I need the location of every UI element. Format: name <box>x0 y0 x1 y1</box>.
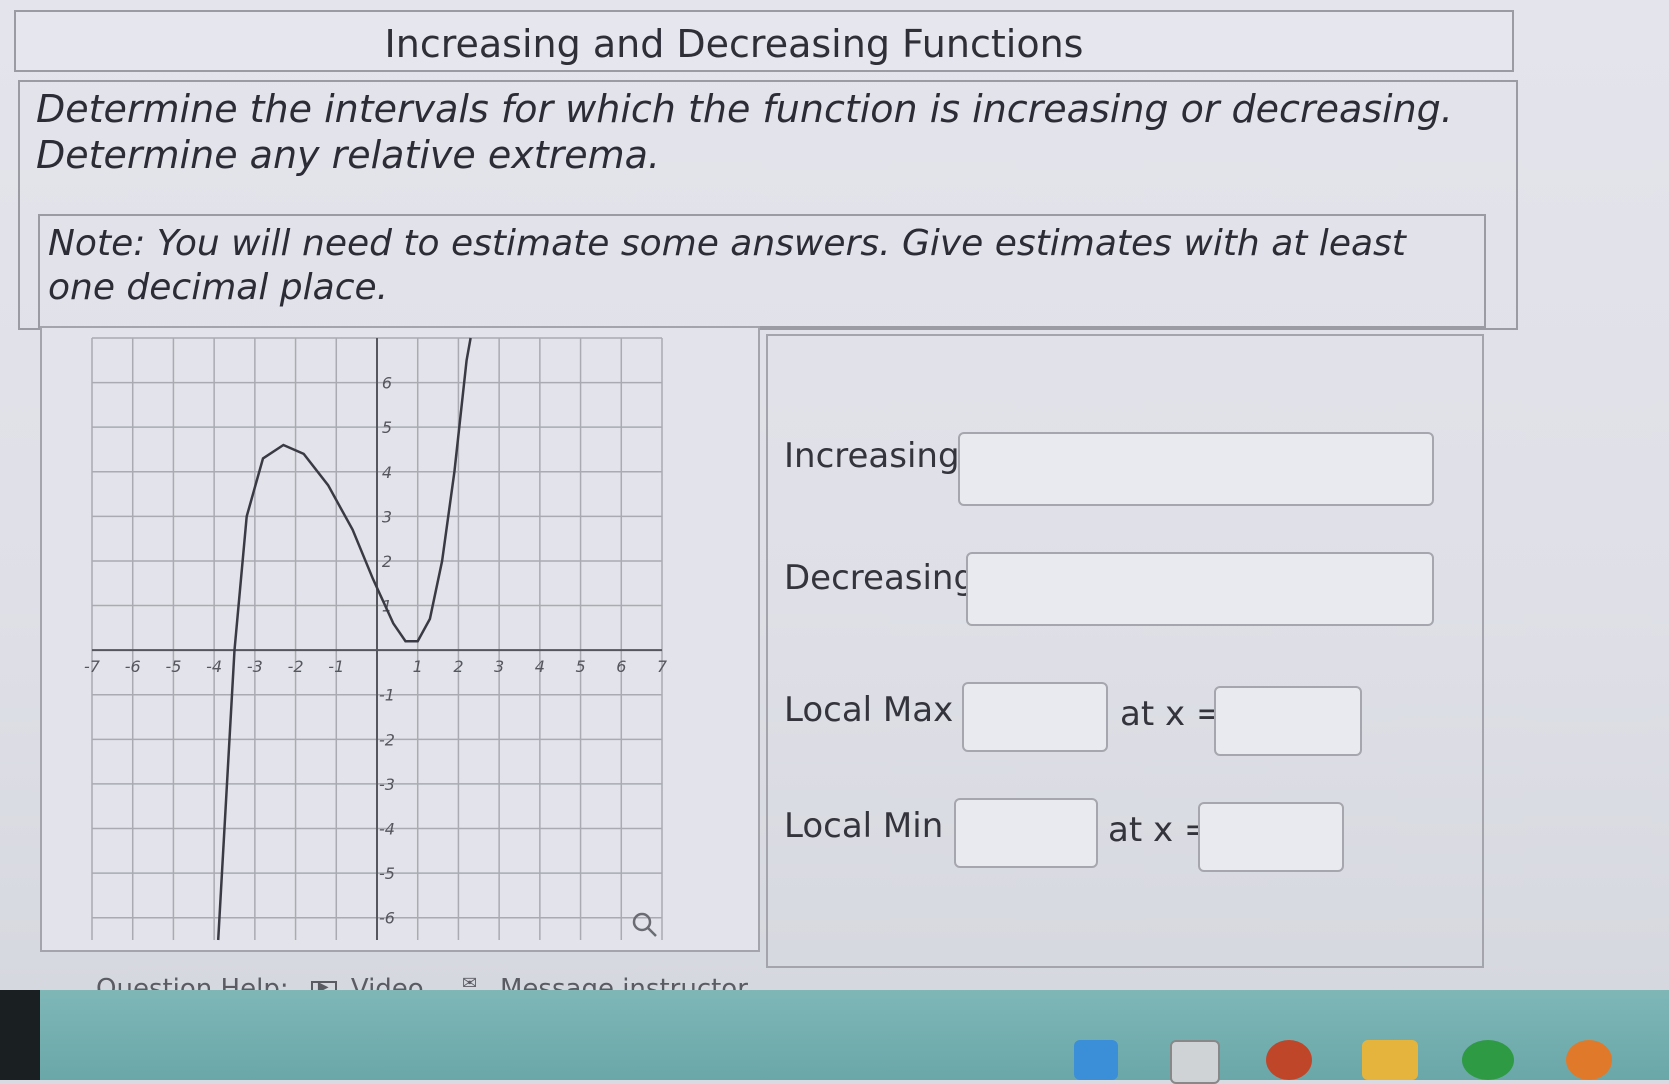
x-tick-label: -1 <box>328 657 344 676</box>
y-tick-label: -4 <box>379 820 395 839</box>
decreasing-label: Decreasing: <box>784 558 987 598</box>
taskbar-orange-icon[interactable] <box>1566 1040 1612 1080</box>
folder-icon[interactable] <box>1362 1040 1418 1080</box>
note-box: Note: You will need to estimate some ans… <box>38 214 1486 328</box>
decreasing-input[interactable] <box>966 552 1434 626</box>
x-tick-label: -5 <box>165 657 181 676</box>
y-tick-label: -6 <box>379 909 395 928</box>
function-graph: -7 -6 -5 -4 -3 -2 -1 1 2 3 4 5 6 7654321-1-2-3-4-5-6 <box>84 337 668 941</box>
y-tick-label: 5 <box>382 418 392 437</box>
taskbar-window-icon[interactable] <box>1170 1040 1220 1084</box>
y-tick-label: 2 <box>382 552 392 571</box>
x-tick-label: 1 <box>413 657 423 676</box>
taskbar <box>0 990 1669 1080</box>
taskbar-app-icon[interactable] <box>1074 1040 1118 1080</box>
x-tick-label: -7 <box>84 657 101 676</box>
y-tick-label: 4 <box>382 463 392 482</box>
function-curve <box>216 337 472 941</box>
monitor-bezel <box>0 990 40 1080</box>
x-tick-label: -3 <box>247 657 263 676</box>
question-prompt: Determine the intervals for which the fu… <box>36 87 1453 177</box>
browser-icon[interactable] <box>1462 1040 1514 1080</box>
x-tick-label: 5 <box>575 657 585 676</box>
answer-panel: Increasing: Decreasing: Local Max = at x… <box>766 334 1484 968</box>
x-tick-label: -4 <box>206 657 222 676</box>
local-max-x-input[interactable] <box>1214 686 1362 756</box>
local-max-input[interactable] <box>962 682 1108 752</box>
magnifier-handle <box>647 927 657 937</box>
increasing-input[interactable] <box>958 432 1434 506</box>
increasing-label: Increasing: <box>784 436 971 476</box>
title-bar: Increasing and Decreasing Functions <box>14 10 1514 72</box>
page-title: Increasing and Decreasing Functions <box>384 22 1084 66</box>
x-tick-label: 4 <box>535 657 545 676</box>
graph-panel: -7 -6 -5 -4 -3 -2 -1 1 2 3 4 5 6 7 6 5 4 3 2 1 -1 -2 -3 -4 -5 -6 <box>40 326 760 952</box>
taskbar-round-icon[interactable] <box>1266 1040 1312 1080</box>
y-tick-label: 3 <box>382 507 392 526</box>
y-tick-label: -5 <box>379 864 395 883</box>
y-tick-label: -3 <box>379 775 395 794</box>
x-tick-label: 6 <box>616 657 626 676</box>
x-tick-label: -6 <box>125 657 141 676</box>
x-tick-label: 3 <box>494 657 504 676</box>
question-note: Note: You will need to estimate some ans… <box>48 223 1406 308</box>
local-min-at-label: at x = <box>1108 810 1213 850</box>
x-tick-label: -2 <box>288 657 304 676</box>
y-tick-label: -1 <box>379 686 395 705</box>
local-min-input[interactable] <box>954 798 1098 868</box>
y-tick-label: -2 <box>379 730 395 749</box>
page: Increasing and Decreasing Functions Dete… <box>0 0 1669 1004</box>
local-min-x-input[interactable] <box>1198 802 1344 872</box>
magnifier-icon <box>632 912 652 932</box>
local-max-at-label: at x = <box>1120 694 1225 734</box>
x-tick-label: 2 <box>453 657 463 676</box>
local-min-label: Local Min = <box>784 806 983 846</box>
y-tick-label: 6 <box>382 374 392 393</box>
x-tick-label: 7 <box>657 657 668 676</box>
